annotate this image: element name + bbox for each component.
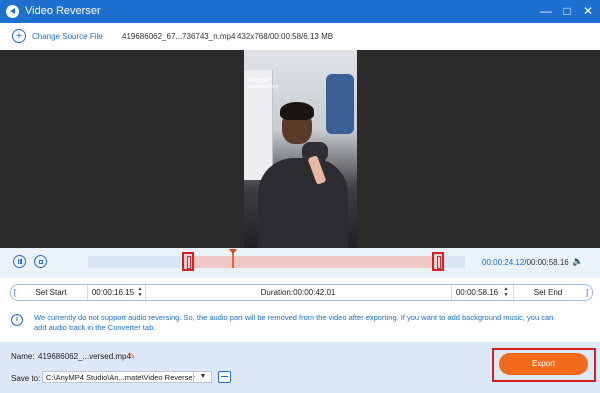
video-overlay-text: Snapchat @barbershop bbox=[248, 78, 279, 90]
output-file-name: 419686062_...versed.mp4 bbox=[38, 352, 131, 361]
total-time: /00:00:58.16 bbox=[524, 258, 569, 267]
set-end-button[interactable]: Set End bbox=[515, 285, 581, 300]
duration-display: Duration:00:00:42.01 bbox=[260, 288, 336, 297]
volume-icon[interactable]: 🔈 bbox=[572, 257, 583, 266]
maximize-icon[interactable]: □ bbox=[559, 3, 575, 19]
divider bbox=[451, 285, 452, 300]
end-time-stepper-icon[interactable]: ▲ ▼ bbox=[503, 286, 509, 298]
playhead[interactable] bbox=[229, 249, 237, 268]
plus-circle-icon[interactable]: + bbox=[12, 29, 26, 43]
source-file-name: 419686062_67...736743_n.mp4 bbox=[122, 32, 236, 41]
start-time-stepper-icon[interactable]: ▲ ▼ bbox=[137, 286, 143, 298]
close-icon[interactable]: ✕ bbox=[580, 3, 596, 19]
time-readout: 00:00:24.12/00:00:58.16 bbox=[482, 258, 569, 267]
audio-notice: We currently do not support audio revers… bbox=[34, 313, 554, 332]
set-start-button[interactable]: Set Start bbox=[21, 285, 81, 300]
save-path-field[interactable]: C:\AnyMP4 Studio\An...mate\Video Reverse… bbox=[42, 371, 212, 383]
app-logo-icon bbox=[6, 5, 19, 18]
background-jacket bbox=[326, 74, 354, 134]
start-time-field[interactable]: 00:00:16.15 bbox=[89, 285, 137, 300]
divider bbox=[513, 285, 514, 300]
title-bar: Video Reverser — □ ✕ bbox=[0, 0, 600, 23]
person-hair bbox=[280, 102, 314, 120]
source-file-info: 432x768/00:00:58/6.13 MB bbox=[237, 32, 334, 41]
divider bbox=[87, 285, 88, 300]
pause-icon[interactable] bbox=[13, 255, 26, 268]
name-label: Name: bbox=[11, 352, 35, 361]
selected-range bbox=[184, 256, 444, 268]
folder-icon[interactable] bbox=[218, 371, 231, 383]
barber-cape bbox=[258, 158, 348, 248]
video-frame[interactable]: Snapchat @barbershop bbox=[244, 50, 357, 248]
video-preview-area: Snapchat @barbershop bbox=[0, 50, 600, 248]
minimize-icon[interactable]: — bbox=[538, 3, 554, 19]
pencil-icon[interactable]: ✎ bbox=[128, 351, 136, 362]
left-bracket-icon: [ bbox=[13, 288, 17, 297]
save-path-value: C:\AnyMP4 Studio\An...mate\Video Reverse… bbox=[46, 373, 196, 382]
current-time: 00:00:24.12 bbox=[482, 258, 525, 267]
stop-icon[interactable] bbox=[34, 255, 47, 268]
end-time-field[interactable]: 00:00:58.16 bbox=[453, 285, 501, 300]
source-bar: + Change Source File 419686062_67...7367… bbox=[0, 23, 600, 50]
change-source-file-link[interactable]: Change Source File bbox=[32, 32, 103, 41]
right-bracket-icon: ] bbox=[585, 288, 589, 297]
start-trim-handle[interactable] bbox=[182, 252, 194, 271]
chevron-down-icon[interactable]: ▼ bbox=[193, 372, 212, 382]
trim-controls: [ Set Start 00:00:16.15 ▲ ▼ Duration:00:0… bbox=[10, 284, 593, 301]
timeline-bar: 00:00:24.12/00:00:58.16 🔈 bbox=[0, 248, 600, 278]
end-trim-handle[interactable] bbox=[432, 252, 444, 271]
window-title: Video Reverser bbox=[25, 5, 101, 17]
save-to-label: Save to: bbox=[11, 374, 41, 383]
info-icon: i bbox=[11, 314, 23, 326]
export-button[interactable]: Export bbox=[499, 353, 588, 375]
